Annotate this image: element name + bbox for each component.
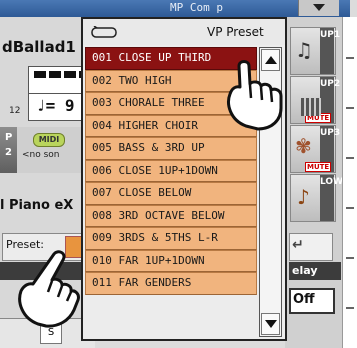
vp-edit-icon: ↵ (292, 237, 304, 253)
preset-list-item[interactable]: 008 3RD OCTAVE BELOW (85, 204, 257, 227)
upper-1-panel[interactable]: UP1 ♫ (290, 27, 340, 75)
lower-panel[interactable]: LOW ♪ (290, 174, 343, 222)
menu-dropdown-arrow-icon[interactable] (298, 0, 339, 16)
track-label-bottom: 2 (5, 147, 12, 158)
track-label-strip: P 2 (0, 127, 17, 173)
preset-list-item[interactable]: 009 3RDS & 5THS L-R (85, 227, 257, 250)
top-title-text: MP Com p (170, 1, 223, 14)
guitar-icon: ✾ (295, 134, 312, 158)
upper-1-tag: UP1 (320, 28, 340, 74)
lower-tag: LOW (320, 175, 343, 221)
delay-label-box: elay (289, 262, 341, 280)
no-song-text: <no son (22, 150, 60, 160)
popup-header: VP Preset (83, 19, 285, 45)
grand-piano-icon: ♫ (295, 38, 313, 62)
pointing-hand-icon (227, 60, 283, 131)
midi-badge: MIDI (33, 133, 65, 147)
pointing-hand-icon (18, 250, 80, 328)
drum-kit-icon (301, 98, 321, 116)
small-number: 12 (9, 106, 21, 116)
preset-list-item[interactable]: 006 CLOSE 1UP+1DOWN (85, 159, 257, 182)
upper-3-mute-label: MUTE (305, 162, 332, 172)
preset-list-item[interactable]: 007 CLOSE BELOW (85, 182, 257, 205)
preset-list-item[interactable]: 005 BASS & 3RD UP (85, 137, 257, 160)
popup-title: VP Preset (207, 25, 264, 39)
vocal-processor-icon (91, 26, 117, 38)
screen: MP Com p dBallad1 ♩= 9 12 P 2 MIDI <no s… (0, 0, 357, 348)
upper-3-panel[interactable]: UP3 ✾ MUTE (290, 125, 340, 173)
delay-off-button[interactable]: Off (289, 288, 335, 314)
tempo-value: ♩= 9 (36, 96, 75, 115)
scroll-down-arrow-icon[interactable] (261, 313, 280, 335)
side-strip (342, 17, 357, 348)
delay-label: elay (292, 264, 318, 277)
song-title: dBallad1 (2, 38, 76, 56)
preset-list-item[interactable]: 011 FAR GENDERS (85, 272, 257, 295)
delay-value: Off (293, 292, 315, 307)
sound-name[interactable]: l Piano eX (0, 198, 73, 213)
vp-edit-button[interactable]: ↵ (289, 233, 333, 261)
track-label-top: P (5, 132, 13, 143)
preset-list-item[interactable]: 010 FAR 1UP+1DOWN (85, 249, 257, 272)
violin-icon: ♪ (297, 185, 310, 209)
